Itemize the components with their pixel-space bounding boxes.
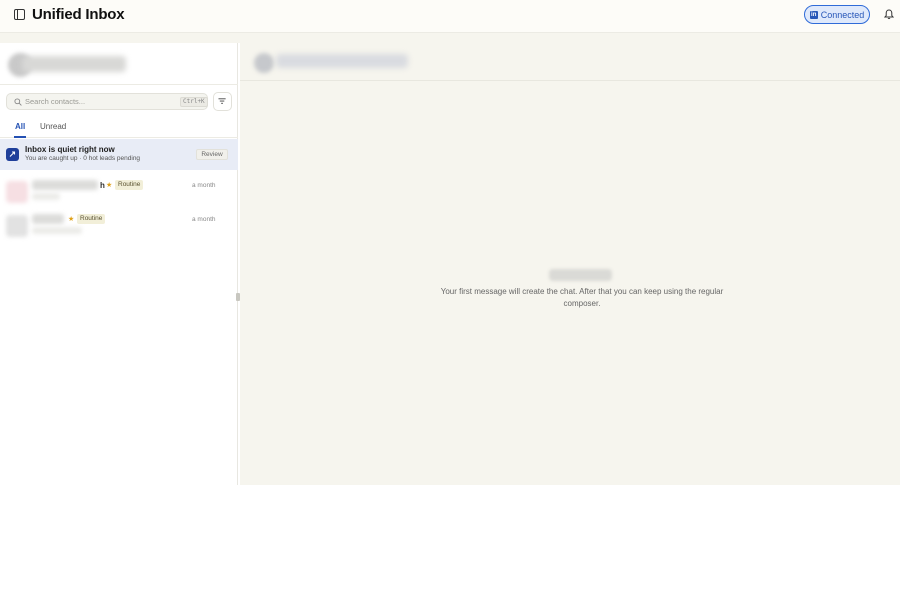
contact-preview-redacted	[32, 227, 82, 234]
filter-icon	[218, 98, 226, 104]
chat-pane: Your first message will create the chat.…	[240, 43, 900, 485]
tab-unread[interactable]: Unread	[40, 122, 66, 138]
list-item[interactable]: h ★ Routine a month	[0, 176, 238, 210]
priority-badge: Routine	[115, 180, 144, 190]
chat-contact-avatar	[254, 53, 274, 73]
star-icon: ★	[106, 182, 113, 189]
filter-button[interactable]	[213, 92, 232, 111]
connection-status-label: Connected	[820, 9, 865, 20]
account-header	[0, 43, 238, 85]
contact-name-redacted	[32, 214, 64, 224]
inbox-quiet-notice[interactable]: Inbox is quiet right now You are caught …	[0, 139, 238, 170]
account-name-redacted	[22, 56, 126, 72]
avatar	[6, 181, 28, 203]
top-bar: Unified Inbox in Connected	[0, 0, 900, 33]
contact-name-suffix: h	[100, 181, 105, 190]
avatar	[6, 215, 28, 237]
chat-header	[240, 43, 900, 81]
page-title: Unified Inbox	[32, 6, 125, 23]
empty-state-title-redacted	[549, 269, 612, 281]
chat-contact-name-redacted	[276, 54, 408, 68]
priority-badge: Routine	[77, 214, 106, 224]
list-item[interactable]: ★ Routine a month	[0, 210, 238, 244]
contact-timestamp: a month	[192, 216, 216, 223]
contact-name-redacted	[32, 180, 98, 190]
contacts-sidebar: Ctrl+K All Unread Inbox is quiet right n…	[0, 43, 238, 485]
inbox-status-icon	[6, 148, 19, 161]
tab-all[interactable]: All	[14, 122, 27, 138]
notice-title: Inbox is quiet right now	[25, 145, 115, 154]
search-input[interactable]	[25, 95, 175, 108]
notice-subtitle: You are caught up · 0 hot leads pending	[25, 155, 141, 162]
search-shortcut-hint: Ctrl+K	[180, 97, 208, 107]
sidebar-toggle-icon[interactable]	[14, 9, 25, 20]
search-icon	[14, 98, 22, 106]
contact-timestamp: a month	[192, 182, 216, 189]
review-button[interactable]: Review	[196, 149, 228, 160]
star-icon: ★	[68, 216, 75, 223]
empty-state-message: Your first message will create the chat.…	[440, 287, 724, 308]
bell-icon[interactable]	[884, 9, 894, 20]
inbox-tabs: All Unread	[0, 116, 238, 138]
linkedin-icon: in	[809, 10, 818, 19]
contact-preview-redacted	[32, 193, 60, 200]
connection-status-badge[interactable]: in Connected	[804, 5, 870, 24]
top-divider-strip	[0, 33, 900, 43]
search-box[interactable]: Ctrl+K	[6, 93, 208, 110]
